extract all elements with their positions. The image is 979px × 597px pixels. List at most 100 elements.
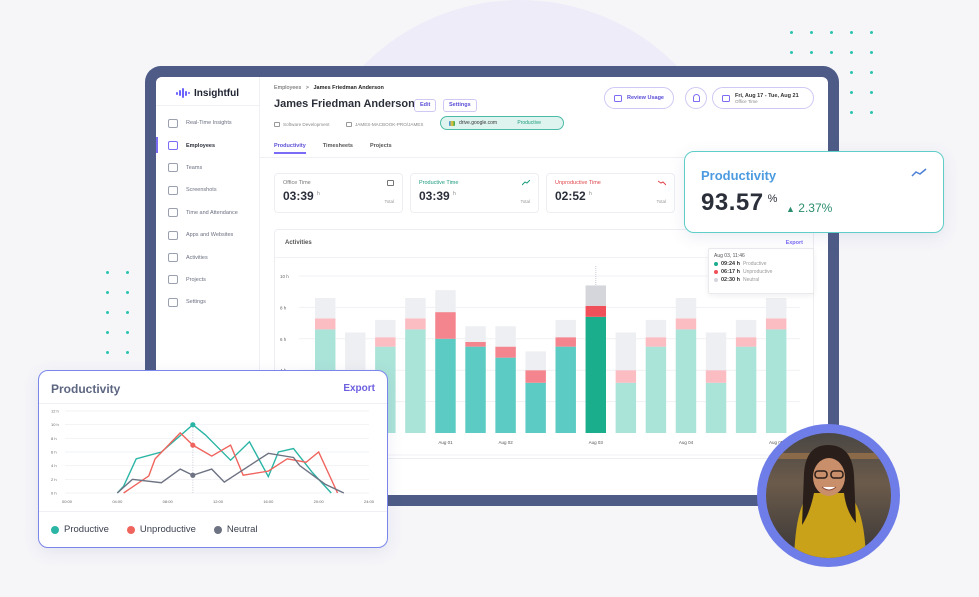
trend-line-icon [911,168,927,177]
bar-unproductive[interactable] [585,305,607,317]
tooltip-label: Unproductive [742,269,773,275]
bar-unproductive[interactable] [615,370,637,383]
bar-neutral[interactable] [735,319,757,338]
bar-neutral[interactable] [525,351,546,371]
tooltip-row-productive: 09:24 h Productive [714,261,808,267]
tooltip-title: Aug 03, 11:46 [714,253,745,259]
bar-productive[interactable] [615,382,637,433]
x-tick-label: 12:00 [213,499,224,504]
bar-neutral[interactable] [705,332,727,371]
bar-unproductive[interactable] [525,370,546,383]
bar-neutral[interactable] [465,326,486,342]
sidebar-item-teams[interactable]: Teams [156,157,259,179]
sidebar-item-employees[interactable]: Employees [156,134,259,156]
bar-unproductive[interactable] [705,370,727,383]
monitor-icon [168,230,178,240]
stat-unit: h [589,191,592,197]
bar-unproductive[interactable] [495,346,516,358]
breadcrumb-separator: > [305,85,309,91]
bar-productive[interactable] [675,329,697,433]
bar-unproductive[interactable] [405,318,426,330]
point-unproductive[interactable] [190,442,196,448]
bar-productive[interactable] [705,382,727,433]
bar-productive[interactable] [735,346,757,433]
notifications-button[interactable] [685,87,707,109]
line-card-export-button[interactable]: Export [343,383,375,394]
tab-projects[interactable]: Projects [370,143,392,149]
bar-neutral[interactable] [405,297,426,319]
bar-neutral[interactable] [375,319,396,338]
x-tick-label: Aug 03 [589,440,604,445]
productivity-card-title: Productivity [701,168,777,183]
activities-export-button[interactable]: Export [786,240,803,246]
sidebar-item-projects[interactable]: Projects [156,269,259,291]
sidebar-item-label: Employees [186,142,216,149]
brand-name: Insightful [194,87,239,99]
sidebar-item-time-and-attendance[interactable]: Time and Attendance [156,202,259,224]
bar-unproductive[interactable] [315,318,336,330]
point-productive[interactable] [190,422,196,428]
sidebar-item-apps-and-websites[interactable]: Apps and Websites [156,224,259,246]
sidebar-item-label: Screenshots [186,187,217,194]
bar-unproductive[interactable] [645,337,667,347]
bar-neutral[interactable] [315,297,336,319]
bar-productive[interactable] [525,382,546,433]
decorative-dot [810,51,813,54]
bar-neutral[interactable] [675,297,697,319]
bar-unproductive[interactable] [735,337,757,347]
neutral-dot-icon [714,278,718,282]
bar-unproductive[interactable] [765,318,787,330]
sidebar-item-activities[interactable]: Activities [156,246,259,268]
x-tick-label: 08:00 [163,499,174,504]
decorative-dot [126,311,129,314]
bar-neutral[interactable] [555,319,576,338]
bar-productive[interactable] [435,338,456,433]
tooltip-label: Neutral [742,277,760,283]
active-app-pill[interactable]: drive.google.com Productive [440,116,564,130]
bar-neutral[interactable] [435,290,456,313]
sidebar-divider [156,105,259,106]
date-range-picker[interactable]: Fri, Aug 17 - Tue, Aug 21 Office Time [712,87,814,109]
tooltip-row-unproductive: 06:17 h Unproductive [714,269,808,275]
bar-neutral[interactable] [645,319,667,338]
review-usage-button[interactable]: Review Usage [604,87,674,109]
tab-timesheets[interactable]: Timesheets [323,143,353,149]
bar-neutral[interactable] [495,326,516,347]
legend-item-productive: Productive [51,524,109,535]
bar-unproductive[interactable] [555,337,576,347]
bar-productive[interactable] [585,316,607,433]
bar-productive[interactable] [765,329,787,433]
sidebar-item-real-time-insights[interactable]: Real-Time Insights [156,112,259,134]
bar-productive[interactable] [405,329,426,433]
briefcase-icon [387,180,394,186]
decorative-dot [126,331,129,334]
bar-neutral[interactable] [345,332,366,371]
bar-unproductive[interactable] [675,318,697,330]
brand-logo[interactable]: Insightful [156,77,259,101]
point-neutral[interactable] [190,472,196,478]
bar-neutral[interactable] [765,297,787,319]
breadcrumb-parent[interactable]: Employees [274,85,301,91]
bar-productive[interactable] [465,346,486,433]
settings-button[interactable]: Settings [443,99,477,112]
decorative-dot [790,31,793,34]
stat-value: 03:39 [419,189,450,203]
edit-button[interactable]: Edit [414,99,437,112]
bar-unproductive[interactable] [435,312,456,339]
bar-productive[interactable] [495,357,516,433]
decorative-dot [850,31,853,34]
bar-productive[interactable] [555,346,576,433]
tab-productivity[interactable]: Productivity [274,143,306,154]
bar-neutral[interactable] [585,285,607,306]
stat-unit: h [317,191,320,197]
bar-neutral[interactable] [615,332,637,371]
activities-title: Activities [285,240,312,246]
bar-unproductive[interactable] [465,341,486,347]
line-card-title: Productivity [51,382,121,396]
sidebar-item-settings[interactable]: Settings [156,291,259,313]
decorative-dot [126,271,129,274]
sidebar-item-screenshots[interactable]: Screenshots [156,179,259,201]
stat-unit: h [453,191,456,197]
bar-productive[interactable] [645,346,667,433]
bar-unproductive[interactable] [375,337,396,347]
